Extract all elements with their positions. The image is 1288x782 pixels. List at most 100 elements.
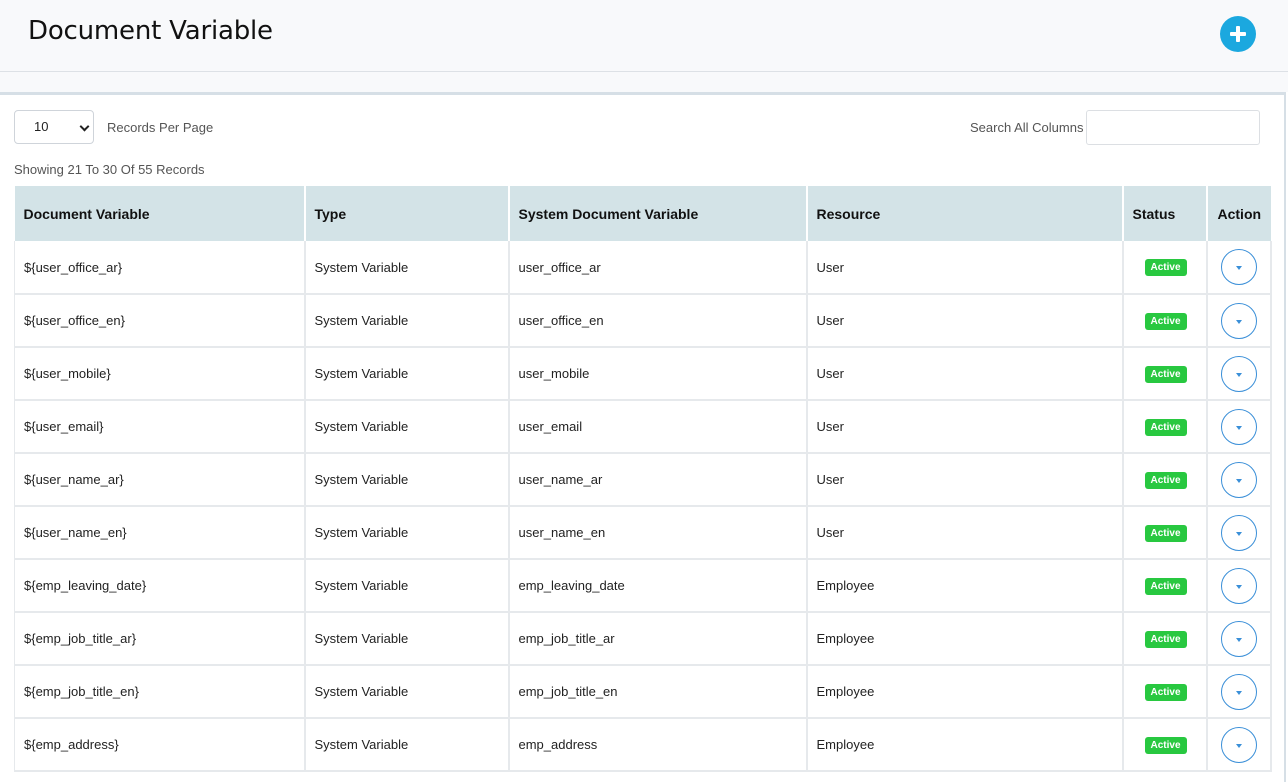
cell-action <box>1206 559 1272 613</box>
records-per-page-select[interactable]: 10 <box>14 110 94 144</box>
cell-document-variable: ${user_office_en} <box>14 294 306 348</box>
row-action-dropdown-button[interactable] <box>1220 514 1257 551</box>
cell-document-variable: ${emp_address} <box>14 718 306 772</box>
cell-system-variable: emp_address <box>508 718 808 772</box>
row-action-dropdown-button[interactable] <box>1220 249 1257 285</box>
cell-action <box>1206 665 1272 719</box>
cell-document-variable: ${user_email} <box>14 400 306 454</box>
cell-document-variable: ${emp_job_title_ar} <box>14 612 306 666</box>
document-variable-table: Document Variable Type System Document V… <box>14 186 1272 772</box>
table-row: ${user_name_ar} System Variable user_nam… <box>14 453 1272 507</box>
row-action-dropdown-button[interactable] <box>1220 461 1257 498</box>
status-badge: Active <box>1144 577 1187 595</box>
row-action-dropdown-button[interactable] <box>1220 726 1257 763</box>
cell-type: System Variable <box>304 612 510 666</box>
table-row: ${emp_address} System Variable emp_addre… <box>14 718 1272 772</box>
cell-document-variable: ${user_name_en} <box>14 506 306 560</box>
cell-system-variable: user_name_en <box>508 506 808 560</box>
cell-system-variable: user_office_en <box>508 294 808 348</box>
cell-system-variable: emp_leaving_date <box>508 559 808 613</box>
column-header-document-variable[interactable]: Document Variable <box>14 186 306 241</box>
cell-status: Active <box>1122 453 1208 507</box>
column-header-status[interactable]: Status <box>1122 186 1208 241</box>
cell-action <box>1206 718 1272 772</box>
cell-resource: User <box>806 506 1124 560</box>
status-badge: Active <box>1144 259 1187 276</box>
row-action-dropdown-button[interactable] <box>1220 355 1257 392</box>
cell-system-variable: emp_job_title_en <box>508 665 808 719</box>
cell-status: Active <box>1122 718 1208 772</box>
column-header-type[interactable]: Type <box>304 186 510 241</box>
table-row: ${user_name_en} System Variable user_nam… <box>14 506 1272 560</box>
cell-system-variable: user_mobile <box>508 347 808 401</box>
cell-system-variable: user_email <box>508 400 808 454</box>
cell-resource: User <box>806 347 1124 401</box>
status-badge: Active <box>1144 630 1187 648</box>
cell-status: Active <box>1122 294 1208 348</box>
cell-status: Active <box>1122 400 1208 454</box>
table-row: ${emp_job_title_ar} System Variable emp_… <box>14 612 1272 666</box>
column-header-action: Action <box>1206 186 1271 241</box>
cell-action <box>1206 453 1272 507</box>
cell-status: Active <box>1122 347 1208 401</box>
cell-type: System Variable <box>304 559 510 613</box>
cell-document-variable: ${emp_job_title_en} <box>14 665 306 719</box>
cell-action <box>1206 347 1272 401</box>
add-variable-button[interactable] <box>1220 16 1256 52</box>
cell-status: Active <box>1122 559 1208 613</box>
row-action-dropdown-button[interactable] <box>1220 302 1257 339</box>
table-row: ${user_email} System Variable user_email… <box>14 400 1272 454</box>
cell-type: System Variable <box>304 665 510 719</box>
cell-type: System Variable <box>304 506 510 560</box>
status-badge: Active <box>1144 471 1187 489</box>
status-badge: Active <box>1144 365 1187 383</box>
chevron-down-icon <box>79 121 90 132</box>
page-title: Document Variable <box>28 16 273 46</box>
cell-type: System Variable <box>304 453 510 507</box>
records-per-page-label: Records Per Page <box>107 120 214 135</box>
status-badge: Active <box>1144 736 1187 754</box>
cell-resource: Employee <box>806 718 1124 772</box>
column-header-resource[interactable]: Resource <box>806 186 1124 241</box>
status-badge: Active <box>1144 524 1187 542</box>
cell-status: Active <box>1122 665 1208 719</box>
cell-document-variable: ${emp_leaving_date} <box>14 559 306 613</box>
cell-resource: Employee <box>806 612 1124 666</box>
cell-system-variable: emp_job_title_ar <box>508 612 808 666</box>
page-header: Document Variable <box>0 0 1288 72</box>
table-row: ${emp_job_title_en} System Variable emp_… <box>14 665 1272 719</box>
table-row: ${emp_leaving_date} System Variable emp_… <box>14 559 1272 613</box>
cell-type: System Variable <box>304 294 510 348</box>
status-badge: Active <box>1144 418 1187 436</box>
row-action-dropdown-button[interactable] <box>1220 567 1257 604</box>
cell-resource: Employee <box>806 665 1124 719</box>
records-per-page-value: 10 <box>34 119 49 134</box>
records-summary: Showing 21 To 30 Of 55 Records <box>14 162 205 177</box>
table-row: ${user_mobile} System Variable user_mobi… <box>14 347 1272 401</box>
cell-resource: User <box>806 400 1124 454</box>
status-badge: Active <box>1144 312 1187 330</box>
cell-document-variable: ${user_mobile} <box>14 347 306 401</box>
cell-document-variable: ${user_office_ar} <box>14 241 306 295</box>
cell-action <box>1206 400 1272 454</box>
cell-document-variable: ${user_name_ar} <box>14 453 306 507</box>
row-action-dropdown-button[interactable] <box>1220 673 1257 710</box>
search-input[interactable] <box>1086 110 1260 145</box>
cell-status: Active <box>1122 241 1208 295</box>
cell-action <box>1206 506 1272 560</box>
cell-type: System Variable <box>304 347 510 401</box>
cell-system-variable: user_name_ar <box>508 453 808 507</box>
row-action-dropdown-button[interactable] <box>1220 408 1257 445</box>
column-header-system-document-variable[interactable]: System Document Variable <box>508 186 808 241</box>
header-gap <box>0 72 1288 92</box>
search-label: Search All Columns <box>970 120 1084 135</box>
cell-action <box>1206 612 1272 666</box>
table-row: ${user_office_en} System Variable user_o… <box>14 294 1272 348</box>
table-header-row: Document Variable Type System Document V… <box>14 186 1271 241</box>
status-badge: Active <box>1144 683 1187 701</box>
cell-type: System Variable <box>304 400 510 454</box>
cell-status: Active <box>1122 612 1208 666</box>
cell-resource: Employee <box>806 559 1124 613</box>
cell-resource: User <box>806 241 1124 295</box>
row-action-dropdown-button[interactable] <box>1220 620 1257 657</box>
